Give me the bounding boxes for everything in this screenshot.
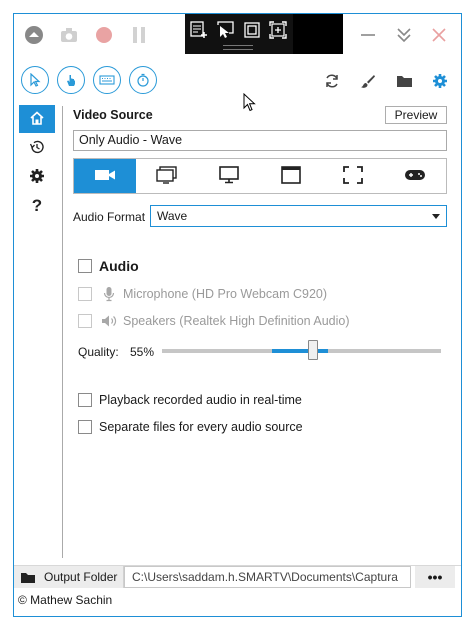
speakers-checkbox[interactable] (78, 314, 92, 328)
separate-files-checkbox[interactable] (78, 420, 92, 434)
screen-icon (219, 165, 239, 187)
audio-format-label: Audio Format (73, 210, 146, 224)
home-icon (30, 110, 44, 128)
video-source-tabs (73, 158, 447, 194)
speakers-label: Speakers (Realtek High Definition Audio) (123, 314, 350, 328)
audio-format-select[interactable]: Wave (150, 205, 447, 227)
region-add-icon[interactable] (190, 21, 208, 39)
microphone-label: Microphone (HD Pro Webcam C920) (123, 287, 328, 301)
sidebar-item-home[interactable] (19, 105, 55, 133)
audio-format-value: Wave (157, 209, 188, 223)
keyboard-icon[interactable] (93, 66, 121, 94)
gamepad-icon (404, 168, 426, 185)
sidebar: ? (19, 105, 55, 221)
square-icon[interactable] (243, 21, 261, 39)
pointer-screen-icon[interactable] (217, 21, 235, 39)
sidebar-divider (62, 106, 63, 558)
camera-icon[interactable] (58, 24, 80, 46)
minimize-icon[interactable] (357, 24, 379, 46)
sidebar-item-settings[interactable] (19, 163, 55, 191)
quality-slider-fill (272, 349, 328, 353)
video-source-field[interactable]: Only Audio - Wave (73, 130, 447, 151)
mouse-pointer-icon (243, 92, 257, 116)
record-icon[interactable] (93, 24, 115, 46)
region-overlay-toolbar (185, 14, 293, 54)
window-icon (156, 165, 178, 187)
toolbar (14, 62, 461, 100)
more-options-button[interactable]: ••• (415, 566, 455, 588)
tab-window-frame[interactable] (260, 159, 322, 193)
video-source-title: Video Source (73, 108, 153, 122)
tab-screen[interactable] (198, 159, 260, 193)
window-frame-icon (281, 165, 301, 187)
folder-icon (20, 571, 36, 584)
sidebar-item-history[interactable] (19, 134, 55, 162)
playback-label: Playback recorded audio in real-time (99, 393, 302, 407)
gear-icon[interactable] (431, 72, 449, 90)
preview-button[interactable]: Preview (385, 106, 447, 124)
title-bar (14, 14, 461, 58)
camera-icon (94, 168, 116, 185)
separate-files-label: Separate files for every audio source (99, 420, 303, 434)
output-folder-button[interactable]: Output Folder (14, 566, 124, 588)
audio-title: Audio (99, 258, 139, 274)
up-arrow-icon[interactable] (23, 24, 45, 46)
collapse-icon[interactable] (393, 24, 415, 46)
audio-checkbox[interactable] (78, 259, 92, 273)
hand-click-icon[interactable] (57, 66, 85, 94)
timer-icon[interactable] (129, 66, 157, 94)
microphone-checkbox[interactable] (78, 287, 92, 301)
playback-checkbox[interactable] (78, 393, 92, 407)
quality-value: 55% (130, 345, 155, 359)
fullscreen-icon (343, 165, 363, 187)
history-icon (29, 139, 45, 158)
region-expand-icon[interactable] (269, 21, 287, 39)
overlay-region (293, 14, 343, 54)
tab-gamepad[interactable] (384, 159, 446, 193)
help-icon: ? (31, 196, 43, 215)
quality-label: Quality: (78, 345, 119, 359)
quality-slider-thumb[interactable] (308, 340, 318, 360)
tab-camera[interactable] (74, 159, 136, 193)
folder-icon[interactable] (395, 72, 413, 90)
copyright-text: © Mathew Sachin (18, 593, 113, 607)
output-bar: Output Folder C:\Users\saddam.h.SMARTV\D… (14, 565, 461, 588)
pause-icon[interactable] (128, 24, 150, 46)
tab-fullscreen[interactable] (322, 159, 384, 193)
drag-grip[interactable] (223, 45, 253, 50)
speaker-icon (101, 314, 119, 331)
sidebar-item-help[interactable]: ? (19, 192, 55, 220)
chevron-down-icon (432, 214, 440, 219)
refresh-icon[interactable] (323, 72, 341, 90)
microphone-icon (103, 286, 115, 305)
close-icon[interactable] (428, 24, 450, 46)
main-window: ? Video Source Preview Only Audio - Wave (13, 13, 462, 617)
output-folder-path[interactable]: C:\Users\saddam.h.SMARTV\Documents\Captu… (124, 566, 411, 588)
output-folder-label: Output Folder (44, 570, 118, 584)
tab-window[interactable] (136, 159, 198, 193)
cursor-icon[interactable] (21, 66, 49, 94)
gear-icon (29, 168, 45, 187)
brush-icon[interactable] (359, 72, 377, 90)
